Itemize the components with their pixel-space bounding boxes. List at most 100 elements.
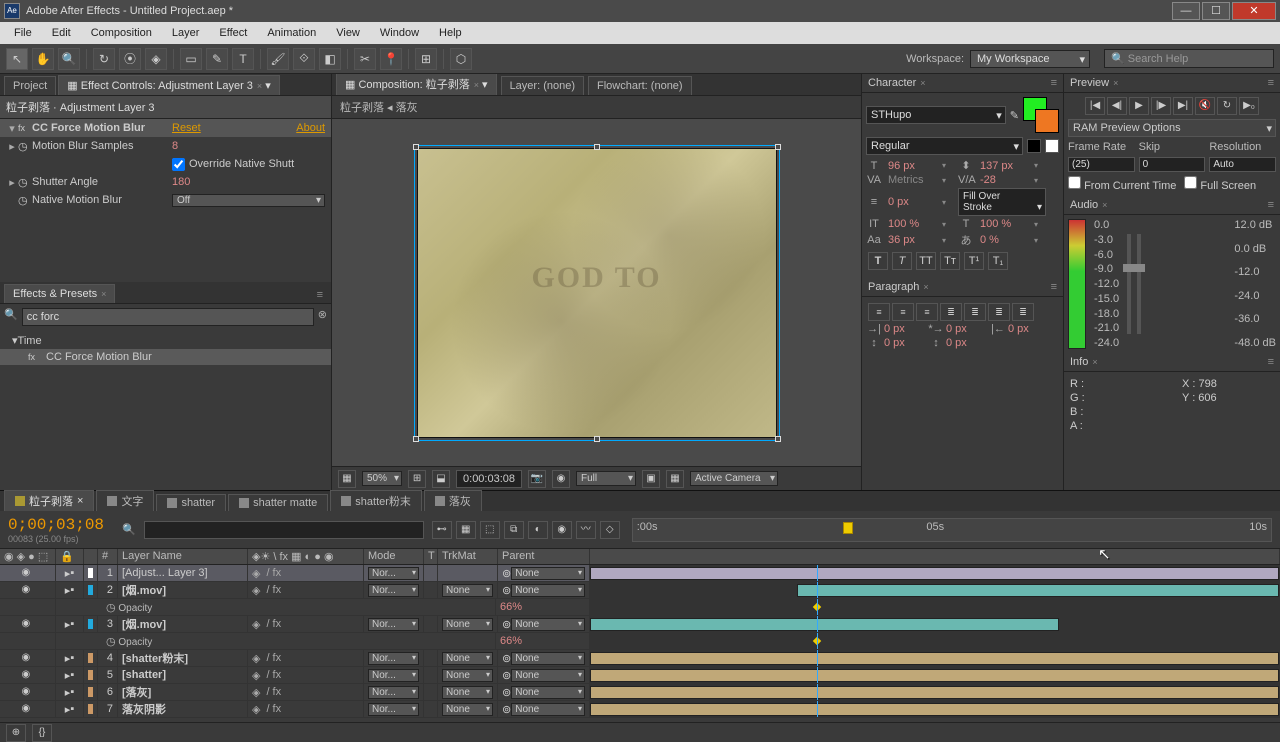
- parent-dropdown[interactable]: None: [511, 584, 585, 597]
- handle[interactable]: [413, 436, 419, 442]
- trkmat-dropdown[interactable]: None: [442, 584, 493, 597]
- ram-preview-dropdown[interactable]: RAM Preview Options: [1068, 119, 1276, 137]
- timeline-layer-row[interactable]: ◉ ▸ ▪ 2 [烟.mov] ◈/fx Nor... None ⊚ None: [0, 582, 1280, 599]
- comp-breadcrumb[interactable]: 粒子剥落 ◂ 落灰: [332, 96, 861, 119]
- auto-keyframe-icon[interactable]: ◇: [600, 521, 620, 539]
- allcaps-button[interactable]: TT: [916, 252, 936, 270]
- vscale-value[interactable]: 100 %: [888, 218, 938, 230]
- visibility-icon[interactable]: ◉: [22, 703, 34, 715]
- layer-color-icon[interactable]: ▪: [70, 618, 74, 630]
- tab-flowchart[interactable]: Flowchart: (none): [588, 76, 692, 95]
- menu-animation[interactable]: Animation: [257, 24, 326, 42]
- blend-mode-dropdown[interactable]: Nor...: [368, 686, 419, 699]
- brain-icon[interactable]: ◉: [552, 521, 572, 539]
- clone-tool[interactable]: ⟐: [293, 48, 315, 70]
- layer-color-icon[interactable]: ▪: [70, 686, 74, 698]
- label-color[interactable]: [88, 585, 93, 595]
- ram-preview-button[interactable]: ▶₀: [1239, 97, 1259, 115]
- always-preview-icon[interactable]: ▦: [338, 470, 356, 488]
- layer-track[interactable]: [590, 582, 1280, 598]
- visibility-icon[interactable]: ◉: [22, 686, 34, 698]
- layer-track[interactable]: [590, 701, 1280, 717]
- fast-preview-icon[interactable]: ⬓: [432, 470, 450, 488]
- hscale-value[interactable]: 100 %: [980, 218, 1030, 230]
- font-style-dropdown[interactable]: Regular: [866, 137, 1023, 155]
- label-color[interactable]: [88, 653, 93, 663]
- blend-mode-dropdown[interactable]: Nor...: [368, 669, 419, 682]
- justify-left[interactable]: ≣: [940, 303, 962, 321]
- tab-composition[interactable]: ▦ Composition: 粒子剥落× ▾: [336, 74, 497, 95]
- layer-name[interactable]: [落灰]: [118, 684, 248, 700]
- ep-effect-item[interactable]: fx CC Force Motion Blur: [0, 349, 331, 365]
- layer-name[interactable]: [烟.mov]: [118, 616, 248, 632]
- menu-edit[interactable]: Edit: [42, 24, 81, 42]
- skip-input[interactable]: [1139, 157, 1206, 172]
- justify-all[interactable]: ≣: [1012, 303, 1034, 321]
- layer-switches[interactable]: ◈/fx: [248, 650, 364, 666]
- pan-behind-tool[interactable]: ◈: [145, 48, 167, 70]
- subscript-button[interactable]: T₁: [988, 252, 1008, 270]
- layer-name[interactable]: [shatter]: [118, 667, 248, 683]
- handle[interactable]: [594, 436, 600, 442]
- menu-window[interactable]: Window: [370, 24, 429, 42]
- roto-tool[interactable]: ✂: [354, 48, 376, 70]
- menu-layer[interactable]: Layer: [162, 24, 210, 42]
- stopwatch-icon[interactable]: ◷: [18, 140, 32, 153]
- tab-project[interactable]: Project: [4, 76, 56, 95]
- tl-tab[interactable]: 粒子剥落×: [4, 490, 94, 511]
- layer-switches[interactable]: ◈/fx: [248, 667, 364, 683]
- visibility-icon[interactable]: ◉: [22, 584, 34, 596]
- ep-category[interactable]: ▾ Time: [0, 332, 331, 349]
- shy-icon[interactable]: ⬚: [480, 521, 500, 539]
- pickwhip-icon[interactable]: ⊚: [502, 669, 511, 682]
- native-blur-dropdown[interactable]: Off: [172, 194, 325, 207]
- local-axis-icon[interactable]: ⊞: [415, 48, 437, 70]
- comp-mini-flowchart-icon[interactable]: ⊷: [432, 521, 452, 539]
- reset-link[interactable]: Reset: [172, 122, 201, 134]
- next-frame-button[interactable]: |▶: [1151, 97, 1171, 115]
- visibility-icon[interactable]: ◉: [22, 567, 34, 579]
- layer-name[interactable]: 落灰阴影: [118, 701, 248, 717]
- prev-frame-button[interactable]: ◀|: [1107, 97, 1127, 115]
- layer-track[interactable]: [590, 684, 1280, 700]
- menu-effect[interactable]: Effect: [209, 24, 257, 42]
- label-color[interactable]: [88, 687, 93, 697]
- parent-dropdown[interactable]: None: [511, 669, 585, 682]
- stroke-color[interactable]: [1035, 109, 1059, 133]
- timeline-layer-row[interactable]: ◉ ▸ ▪ 7 落灰阴影 ◈/fx Nor... None ⊚ None: [0, 701, 1280, 718]
- trkmat-dropdown[interactable]: None: [442, 703, 493, 716]
- timeline-layer-row[interactable]: ◉ ▸ ▪ 4 [shatter粉末] ◈/fx Nor... None ⊚ N…: [0, 650, 1280, 667]
- timeline-timecode[interactable]: 0;00;03;08: [8, 516, 104, 534]
- layer-switches[interactable]: ◈/fx: [248, 565, 364, 581]
- about-link[interactable]: About: [296, 122, 325, 134]
- channel-icon[interactable]: ◉: [552, 470, 570, 488]
- work-area-marker[interactable]: [843, 522, 853, 534]
- justify-center[interactable]: ≣: [964, 303, 986, 321]
- from-current-checkbox[interactable]: From Current Time: [1068, 176, 1176, 192]
- hand-tool[interactable]: ✋: [32, 48, 54, 70]
- timeline-layer-row[interactable]: ◉ ▸ ▪ 6 [落灰] ◈/fx Nor... None ⊚ None: [0, 684, 1280, 701]
- panel-menu-icon[interactable]: ≡: [1268, 199, 1274, 211]
- blend-mode-dropdown[interactable]: Nor...: [368, 652, 419, 665]
- tl-tab[interactable]: shatter: [156, 494, 226, 511]
- prop-value[interactable]: 8: [172, 140, 178, 152]
- fx-icon[interactable]: fx: [18, 123, 32, 133]
- selection-tool[interactable]: ↖: [6, 48, 28, 70]
- parent-dropdown[interactable]: None: [511, 703, 585, 716]
- toggle-modes-icon[interactable]: {}: [32, 724, 52, 742]
- rotation-tool[interactable]: ↻: [93, 48, 115, 70]
- handle[interactable]: [594, 144, 600, 150]
- frame-blend-icon[interactable]: ⧉: [504, 521, 524, 539]
- graph-editor-icon[interactable]: 〰: [576, 521, 596, 539]
- prop-value[interactable]: 180: [172, 176, 190, 188]
- timeline-layer-row[interactable]: ◉ ▸ ▪ 1 [Adjust... Layer 3] ◈/fx Nor... …: [0, 565, 1280, 582]
- parent-dropdown[interactable]: None: [511, 686, 585, 699]
- play-button[interactable]: ▶: [1129, 97, 1149, 115]
- draft3d-icon[interactable]: ▦: [456, 521, 476, 539]
- handle[interactable]: [775, 144, 781, 150]
- stopwatch-icon[interactable]: ◷: [18, 194, 32, 207]
- blend-mode-dropdown[interactable]: Nor...: [368, 584, 419, 597]
- layer-color-icon[interactable]: ▪: [70, 703, 74, 715]
- menu-composition[interactable]: Composition: [81, 24, 162, 42]
- zoom-dropdown[interactable]: 50%: [362, 471, 402, 486]
